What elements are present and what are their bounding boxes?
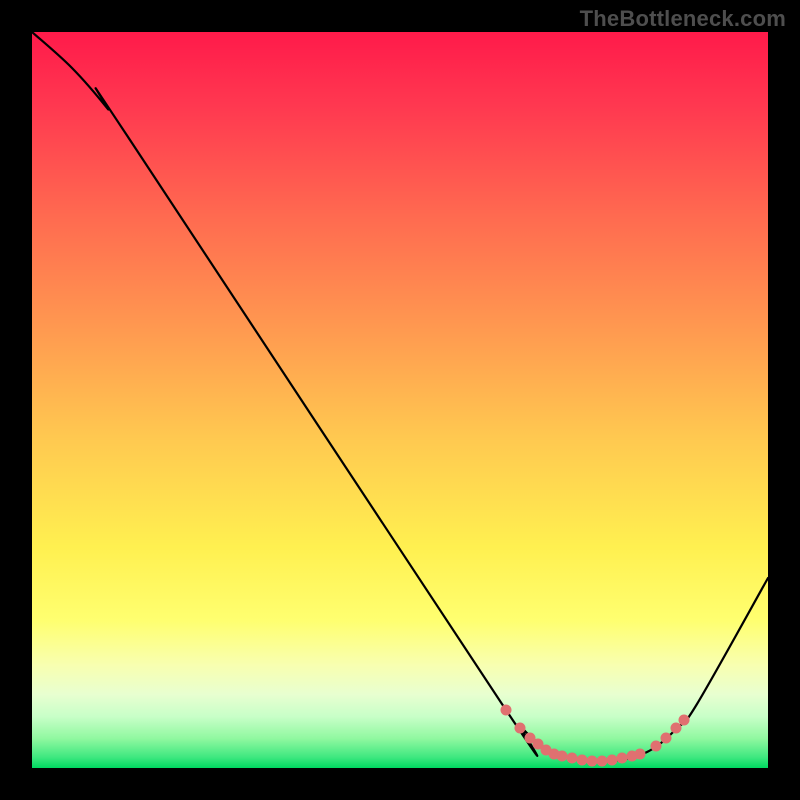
curve-marker <box>557 751 568 762</box>
curve-marker <box>635 749 646 760</box>
bottleneck-curve <box>32 32 768 762</box>
plot-area <box>32 32 768 768</box>
curve-marker <box>567 753 578 764</box>
curve-layer <box>32 32 768 768</box>
curve-marker <box>501 705 512 716</box>
curve-marker <box>515 723 526 734</box>
curve-marker <box>671 723 682 734</box>
curve-marker <box>617 753 628 764</box>
curve-marker <box>597 756 608 767</box>
watermark-text: TheBottleneck.com <box>580 6 786 32</box>
curve-marker <box>661 733 672 744</box>
curve-markers <box>501 705 690 767</box>
curve-marker <box>607 755 618 766</box>
curve-marker <box>577 755 588 766</box>
curve-marker <box>679 715 690 726</box>
curve-marker <box>651 741 662 752</box>
chart-frame: TheBottleneck.com <box>0 0 800 800</box>
curve-marker <box>587 756 598 767</box>
